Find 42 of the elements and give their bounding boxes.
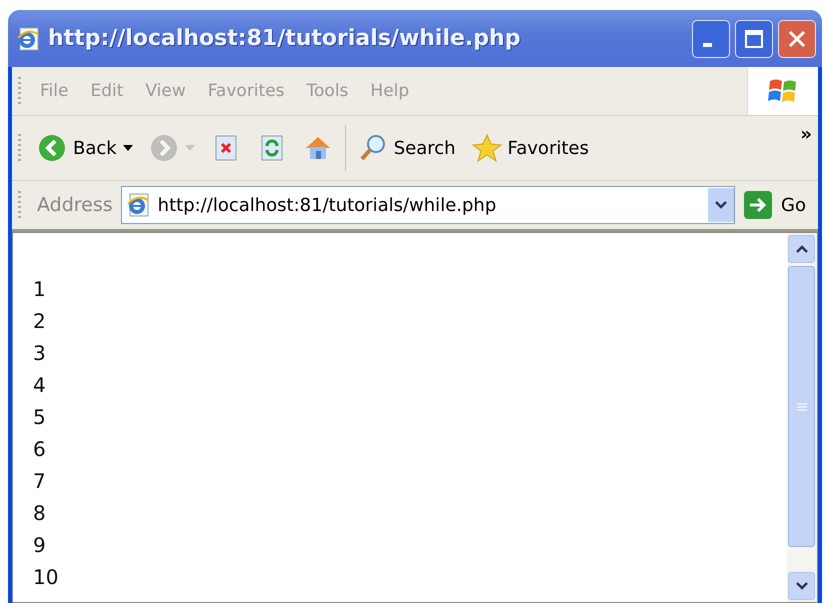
scroll-up-button[interactable] xyxy=(788,235,815,263)
go-button[interactable]: Go xyxy=(743,190,818,220)
scroll-thumb[interactable] xyxy=(788,266,815,547)
output-line: 6 xyxy=(33,436,47,463)
star-icon xyxy=(472,133,502,163)
favorites-button[interactable]: Favorites xyxy=(464,133,597,163)
output-line: 7 xyxy=(33,468,47,495)
toolbar-grip xyxy=(18,191,21,219)
maximize-button[interactable] xyxy=(735,20,773,58)
output-line: 5 xyxy=(33,404,47,431)
grip-icon xyxy=(796,402,806,412)
caret-icon xyxy=(184,144,195,152)
toolbar-grip xyxy=(18,77,21,105)
maximize-icon xyxy=(744,28,764,48)
output-line: 2 xyxy=(33,308,47,335)
chevron-down-icon xyxy=(794,581,808,591)
search-icon xyxy=(358,133,388,163)
minimize-button[interactable] xyxy=(692,20,730,58)
output-line: 4 xyxy=(33,372,47,399)
window-title: http://localhost:81/tutorials/while.php xyxy=(48,26,522,51)
search-button[interactable]: Search xyxy=(350,133,464,163)
dropdown-button[interactable] xyxy=(708,188,734,222)
close-icon xyxy=(787,28,807,48)
back-icon xyxy=(37,133,67,163)
output-line: 3 xyxy=(33,340,47,367)
output-line: 8 xyxy=(33,500,47,527)
scrollbar[interactable] xyxy=(787,233,817,602)
scroll-down-button[interactable] xyxy=(788,572,815,600)
more-button[interactable]: » xyxy=(800,124,812,145)
forward-icon xyxy=(148,133,179,163)
output-line: 10 xyxy=(33,564,60,591)
minimize-icon xyxy=(702,42,712,46)
output-line: 9 xyxy=(33,532,47,559)
caret-icon xyxy=(122,144,133,152)
chevron-down-icon xyxy=(714,200,728,210)
output-line: 1 xyxy=(33,276,47,303)
close-button[interactable] xyxy=(778,20,816,58)
address-label: Address xyxy=(37,194,113,216)
address-field[interactable]: http://localhost:81/tutorials/while.php xyxy=(120,186,736,224)
back-button[interactable]: Back xyxy=(29,133,141,163)
toolbar-grip xyxy=(18,134,21,162)
chevron-up-icon xyxy=(794,244,808,254)
